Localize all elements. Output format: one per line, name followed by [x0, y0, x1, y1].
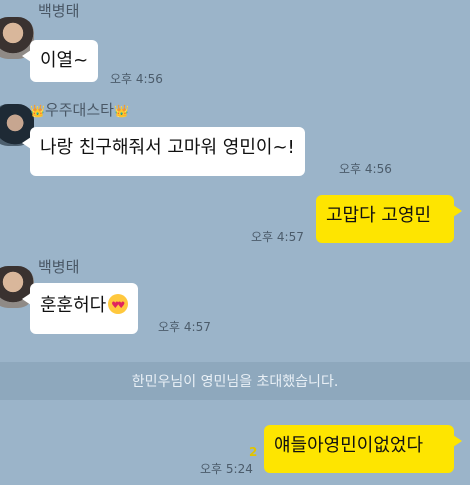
message-time: 오후 5:24: [200, 462, 253, 476]
message-time: 오후 4:57: [158, 320, 211, 334]
message-text: 훈훈허다: [40, 295, 107, 316]
crown-icon: 👑: [113, 104, 129, 118]
sender-name: 백병태: [38, 2, 80, 20]
system-notice-bar: 한민우님이 영민님을 초대했습니다.: [0, 362, 470, 400]
message-time: 오후 4:56: [110, 72, 163, 86]
sender-name: 우주대스타: [44, 101, 114, 119]
my-message-bubble[interactable]: 얘들아영민이없었다: [264, 425, 462, 473]
unread-count-badge: 2: [249, 445, 258, 459]
message-time: 오후 4:56: [339, 162, 392, 176]
message-bubble[interactable]: 이열~: [21, 40, 99, 82]
crown-icon: 👑: [30, 104, 45, 118]
heart-eyes-emoji-icon: [108, 294, 129, 316]
message-bubble[interactable]: 훈훈허다: [21, 283, 139, 334]
sender-name-row: 👑우주대스타👑: [30, 101, 129, 120]
message-time: 오후 4:57: [251, 230, 304, 244]
system-notice-text: 한민우님이 영민님을 초대했습니다.: [131, 374, 339, 390]
my-message-bubble[interactable]: 고맙다 고영민: [316, 195, 462, 243]
sender-name: 백병태: [38, 258, 80, 276]
message-bubble[interactable]: 나랑 친구해줘서 고마워 영민이~!: [22, 127, 305, 176]
